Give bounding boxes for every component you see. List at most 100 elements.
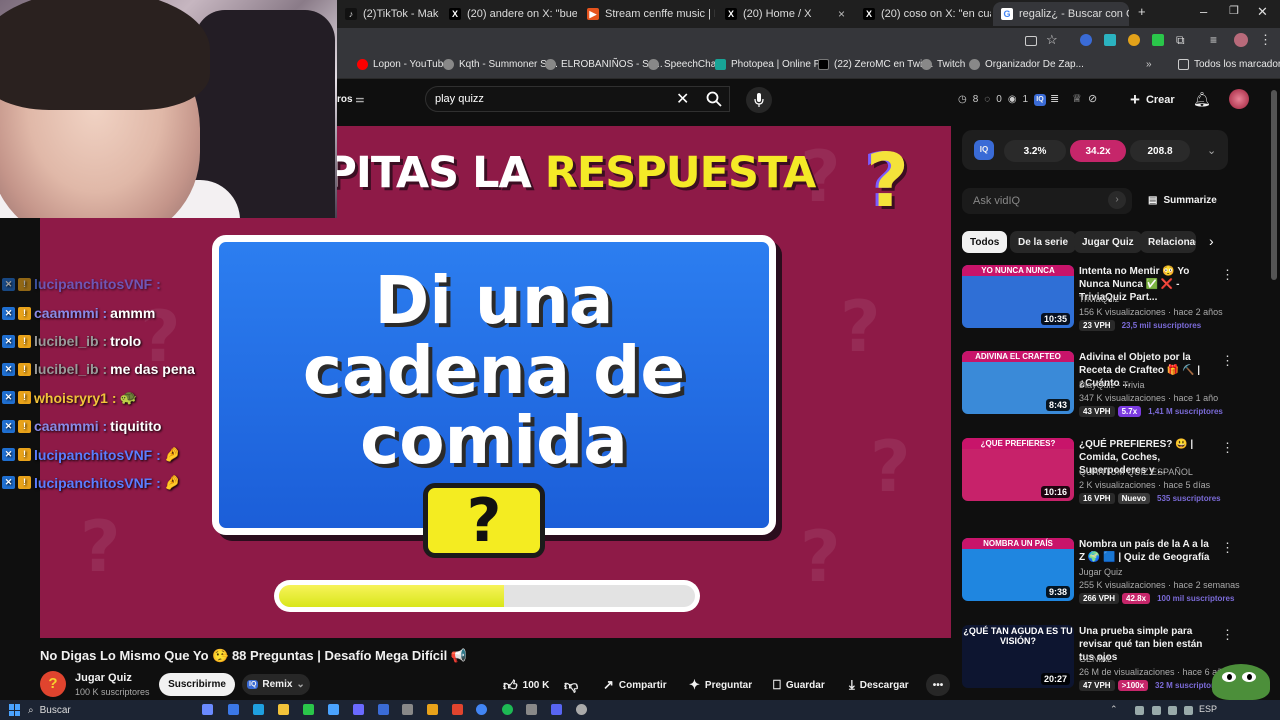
- subscribe-button[interactable]: Suscribirme: [159, 673, 235, 696]
- recommended-video[interactable]: YO NUNCA NUNCA 10:35 Intenta no Mentir 😳 Y…: [962, 265, 1234, 345]
- search-icon[interactable]: [706, 91, 722, 107]
- battery-icon[interactable]: [1152, 706, 1161, 715]
- chevron-down-icon[interactable]: ⌄: [1207, 144, 1216, 157]
- create-button[interactable]: + Crear: [1130, 90, 1175, 110]
- bookmark-item[interactable]: Twitch: [921, 59, 965, 70]
- recommended-title[interactable]: Nombra un país de la A a la Z 🌍 🟦 | Quiz…: [1079, 538, 1211, 564]
- store-icon[interactable]: [328, 704, 339, 715]
- media-control-icon[interactable]: ≡: [1210, 33, 1217, 47]
- xbox-icon[interactable]: [303, 704, 314, 715]
- mic-button[interactable]: [746, 87, 772, 113]
- tab-1[interactable]: X (20) andere on X: "bueno ×: [441, 2, 577, 26]
- chevron-right-icon[interactable]: ›: [1209, 233, 1214, 249]
- extension-icon[interactable]: [1080, 34, 1092, 46]
- language-indicator[interactable]: ESP: [1199, 704, 1217, 714]
- recommended-channel[interactable]: GENIAL: [1079, 654, 1112, 664]
- send-icon[interactable]: ›: [1108, 191, 1126, 209]
- extension-icon[interactable]: [1104, 34, 1116, 46]
- tab-4[interactable]: X (20) coso on X: "en cual a ×: [855, 2, 991, 26]
- recommended-channel[interactable]: QUANTUM QUIZ ESPAÑOL: [1079, 467, 1193, 477]
- app-icon[interactable]: [378, 704, 389, 715]
- save-button[interactable]: ⎕ Guardar: [773, 674, 825, 696]
- search-input[interactable]: [435, 91, 675, 107]
- file-explorer-icon[interactable]: [278, 704, 289, 715]
- video-thumbnail[interactable]: ADIVINA EL CRAFTEO 8:43: [962, 351, 1074, 414]
- compass-icon[interactable]: ⊘: [1088, 92, 1097, 105]
- video-thumbnail[interactable]: ¿QUE PREFIERES? 10:16: [962, 438, 1074, 501]
- summarize-button[interactable]: ▤ Summarize: [1148, 195, 1217, 206]
- recommended-channel[interactable]: Jugar Quiz: [1079, 567, 1123, 577]
- close-icon[interactable]: ×: [838, 7, 845, 21]
- window-close-icon[interactable]: ✕: [1257, 4, 1268, 20]
- install-icon[interactable]: [1025, 36, 1037, 46]
- edge-icon[interactable]: [253, 704, 264, 715]
- restore-icon[interactable]: ❐: [1229, 4, 1239, 17]
- more-options-icon[interactable]: ⋮: [1221, 540, 1234, 556]
- chip-jugar-quiz[interactable]: Jugar Quiz: [1074, 231, 1142, 253]
- chip-serie[interactable]: De la serie: [1010, 231, 1077, 253]
- taskbar-search[interactable]: ⌕ Buscar: [28, 702, 188, 718]
- video-thumbnail[interactable]: NOMBRA UN PAÍS 9:38: [962, 538, 1074, 601]
- filters-button[interactable]: ros ⚌: [337, 94, 364, 105]
- ask-vidiq-box[interactable]: Ask vidIQ ›: [962, 188, 1132, 214]
- vidiq-icon[interactable]: IQ: [1034, 94, 1046, 106]
- task-view-icon[interactable]: [202, 704, 213, 715]
- recommended-video[interactable]: ¿QUÉ TAN AGUDA ES TU VISIÓN? 20:27 Una pru…: [962, 625, 1234, 705]
- menu-dots-icon[interactable]: ⋮: [1259, 32, 1272, 48]
- bookmark-item[interactable]: SpeechChat: [648, 59, 719, 70]
- scrollbar-thumb[interactable]: [1271, 90, 1277, 280]
- video-thumbnail[interactable]: YO NUNCA NUNCA 10:35: [962, 265, 1074, 328]
- recommended-channel[interactable]: PlayQuiz - Trivia: [1079, 380, 1145, 390]
- wifi-icon[interactable]: [1168, 706, 1177, 715]
- clear-search-icon[interactable]: ✕: [676, 89, 689, 109]
- windows-start-icon[interactable]: [9, 704, 21, 716]
- more-options-icon[interactable]: ⋮: [1221, 627, 1234, 643]
- extension-icon[interactable]: [1128, 34, 1140, 46]
- recommended-video[interactable]: ¿QUE PREFIERES? 10:16 ¿QUÉ PREFIERES? 😃 | …: [962, 438, 1234, 518]
- chrome-icon[interactable]: [476, 704, 487, 715]
- obs-icon[interactable]: [576, 704, 587, 715]
- app-icon[interactable]: [353, 704, 364, 715]
- more-bookmarks-icon[interactable]: »: [1146, 59, 1152, 70]
- remix-button[interactable]: IQ Remix ⌄: [242, 674, 310, 695]
- channel-avatar[interactable]: ?: [40, 671, 66, 697]
- bookmark-item[interactable]: Organizador De Zap...: [969, 59, 1084, 70]
- star-icon[interactable]: ☆: [1046, 32, 1058, 48]
- all-bookmarks[interactable]: Todos los marcadores: [1178, 59, 1280, 70]
- app-icon[interactable]: [452, 704, 463, 715]
- tab-3[interactable]: X (20) Home / X ×: [717, 2, 853, 26]
- folder-icon[interactable]: [427, 704, 438, 715]
- tab-2[interactable]: ▶ Stream cenffe music | List ×: [579, 2, 715, 26]
- more-actions-button[interactable]: •••: [926, 674, 950, 696]
- chip-relacionados[interactable]: Relacionad: [1140, 231, 1196, 253]
- minimize-icon[interactable]: –: [1200, 4, 1207, 19]
- volume-icon[interactable]: [1184, 706, 1193, 715]
- recommended-video[interactable]: ADIVINA EL CRAFTEO 8:43 Adivina el Objeto …: [962, 351, 1234, 431]
- download-button[interactable]: ⤓ Descargar: [849, 674, 909, 696]
- recommended-video[interactable]: NOMBRA UN PAÍS 9:38 Nombra un país de la A…: [962, 538, 1240, 618]
- bookmark-item[interactable]: Photopea | Online P...: [715, 59, 827, 70]
- user-avatar[interactable]: [1229, 89, 1249, 109]
- search-bar[interactable]: ✕: [425, 86, 730, 112]
- bookmark-item[interactable]: Lopon - YouTube: [357, 59, 449, 70]
- profile-avatar[interactable]: [1234, 33, 1248, 47]
- bell-icon[interactable]: 🔔︎: [1193, 91, 1211, 108]
- app-icon[interactable]: [402, 704, 413, 715]
- recommended-channel[interactable]: TriviaQuiz: [1079, 294, 1119, 304]
- bookmark-item[interactable]: ELROBANIÑOS - Su...: [545, 59, 663, 70]
- spotify-icon[interactable]: [502, 704, 513, 715]
- tab-0[interactable]: ♪ (2)TikTok - Make Your ×: [337, 2, 439, 26]
- extensions-puzzle-icon[interactable]: ⧉: [1176, 33, 1185, 48]
- app-icon[interactable]: [526, 704, 537, 715]
- video-thumbnail[interactable]: ¿QUÉ TAN AGUDA ES TU VISIÓN? 20:27: [962, 625, 1074, 688]
- list-icon[interactable]: ≣: [1050, 92, 1059, 105]
- trophy-icon[interactable]: ♕: [1072, 92, 1082, 105]
- discord-icon[interactable]: [551, 704, 562, 715]
- channel-name[interactable]: Jugar Quiz: [75, 672, 132, 684]
- network-icon[interactable]: [1135, 706, 1144, 715]
- bookmark-item[interactable]: (22) ZeroMC en Twit...: [818, 59, 933, 70]
- more-options-icon[interactable]: ⋮: [1221, 353, 1234, 369]
- bookmark-item[interactable]: Kqth - Summoner St...: [443, 59, 558, 70]
- like-button[interactable]: 👍︎ 100 K: [503, 674, 549, 696]
- more-options-icon[interactable]: ⋮: [1221, 267, 1234, 283]
